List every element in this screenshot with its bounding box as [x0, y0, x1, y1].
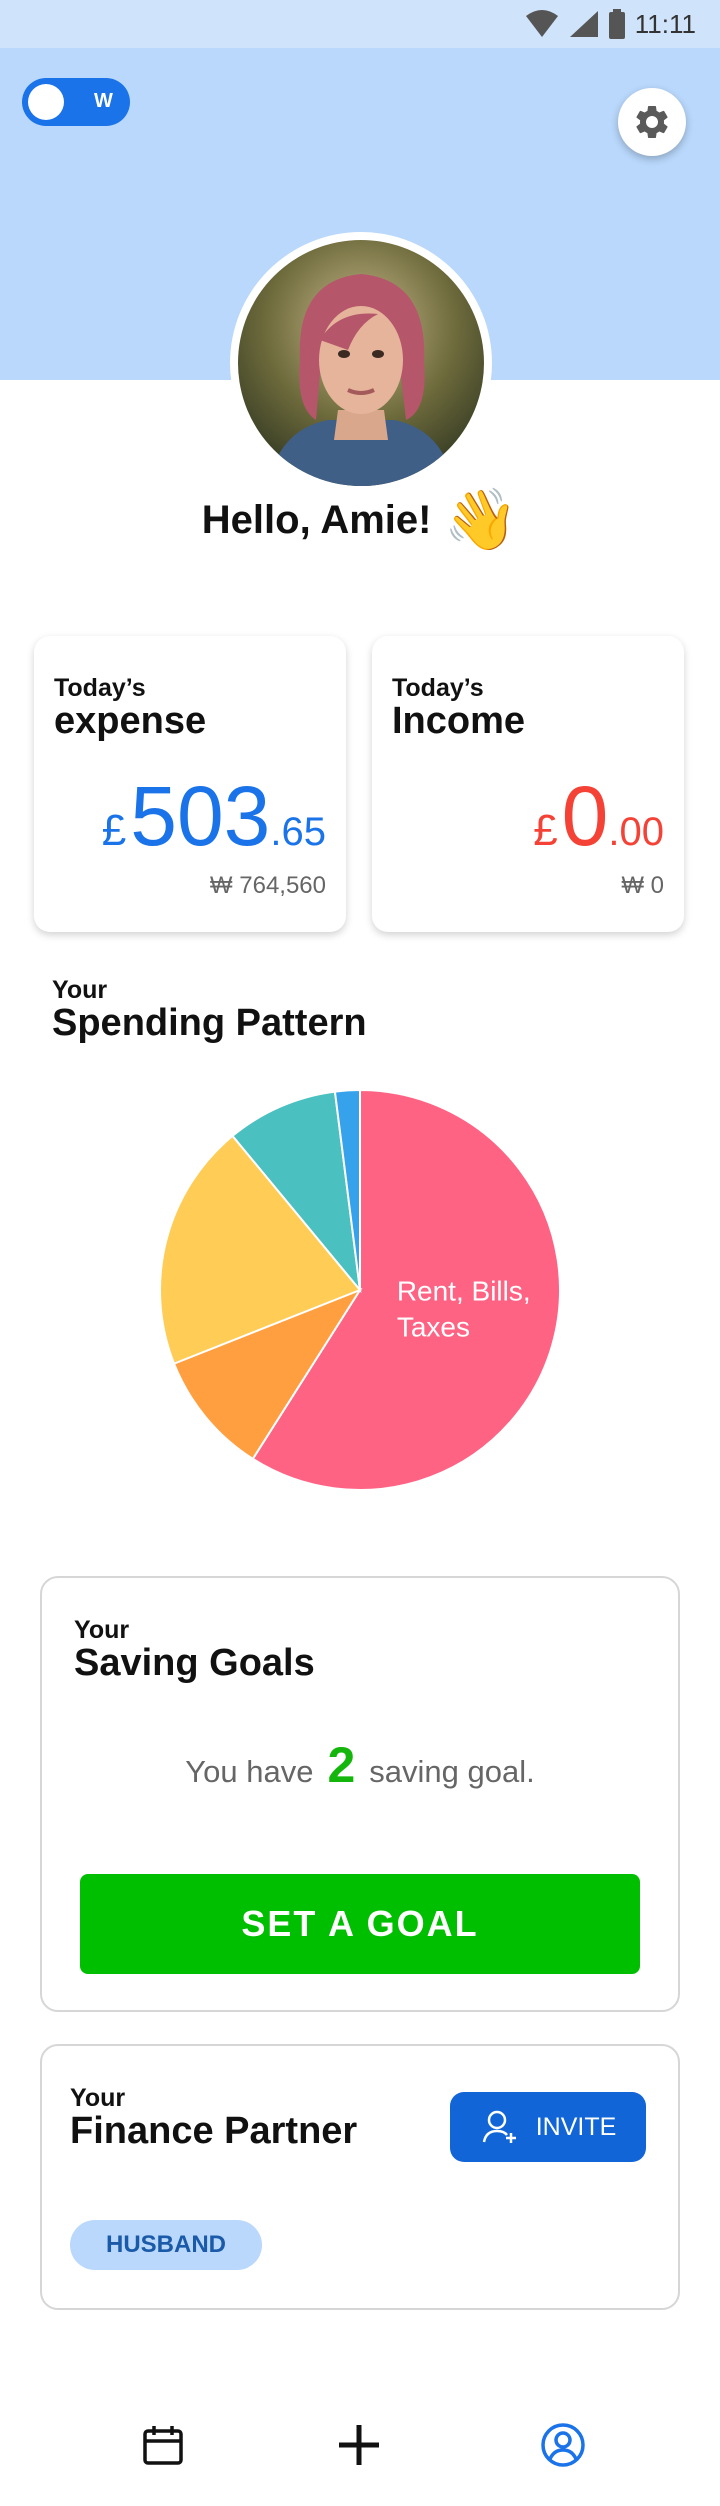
income-label: Income — [392, 700, 526, 742]
income-amount: £ 0 .00 — [533, 774, 664, 858]
finance-partner-title: Finance Partner — [70, 2110, 358, 2152]
finance-partner-card — [40, 2044, 680, 2310]
invite-label: INVITE — [535, 2112, 617, 2141]
expense-converted: ₩ 764,560 — [209, 872, 326, 899]
expense-label-small: Today’s — [54, 674, 146, 702]
gear-icon — [636, 105, 668, 138]
expense-integer: 503 — [130, 769, 271, 863]
goal-suffix: saving goal. — [369, 1754, 535, 1789]
status-bar: 11:11 — [0, 0, 720, 48]
expense-currency: £ — [101, 806, 127, 855]
spending-pie-chart: Rent, Bills, Taxes — [150, 1080, 570, 1500]
greeting-text: Hello, Amie! — [201, 497, 432, 542]
income-card[interactable]: Today’s Income £ 0 .00 ₩ 0 — [372, 636, 684, 932]
greeting: Hello, Amie! 👋 — [0, 490, 720, 550]
avatar-photo — [238, 240, 484, 486]
saving-label-small: Your — [74, 1616, 130, 1644]
expense-amount: £ 503 .65 — [102, 774, 326, 858]
income-label-small: Today’s — [392, 674, 484, 702]
bottom-nav — [0, 2380, 720, 2506]
income-currency: £ — [533, 806, 558, 855]
status-time: 11:11 — [634, 8, 696, 39]
nav-add[interactable] — [324, 2410, 394, 2480]
add-person-icon — [482, 2110, 516, 2143]
wifi-icon — [525, 10, 558, 37]
expense-decimal: .65 — [270, 810, 326, 854]
partner-label-small: Your — [70, 2084, 126, 2112]
nav-profile[interactable] — [528, 2410, 598, 2480]
income-decimal: .00 — [608, 810, 664, 854]
waving-hand-icon: 👋 — [443, 486, 519, 553]
toggle-label: W — [94, 90, 113, 112]
expense-card[interactable]: Today’s expense £ 503 .65 ₩ 764,560 — [34, 636, 346, 932]
invite-button[interactable]: INVITE — [450, 2092, 646, 2162]
spending-title: Spending Pattern — [52, 1002, 367, 1044]
saving-goal-summary: You have 2 saving goal. — [0, 1736, 720, 1794]
status-icons: 11:11 — [525, 8, 696, 40]
signal-icon — [569, 11, 598, 37]
plus-icon — [339, 2425, 379, 2465]
goal-count: 2 — [327, 1737, 356, 1793]
profile-icon — [541, 2423, 585, 2467]
avatar[interactable] — [230, 232, 492, 494]
toggle-knob — [28, 84, 64, 120]
workspace-toggle[interactable]: W — [22, 78, 130, 126]
set-goal-button[interactable]: SET A GOAL — [80, 1874, 640, 1974]
income-converted: ₩ 0 — [621, 872, 664, 899]
spending-label-small: Your — [52, 976, 108, 1004]
saving-goals-title: Saving Goals — [74, 1642, 315, 1684]
goal-prefix: You have — [185, 1754, 314, 1789]
nav-calendar[interactable] — [128, 2410, 198, 2480]
calendar-icon — [143, 2426, 183, 2465]
income-integer: 0 — [561, 769, 609, 863]
battery-icon — [608, 9, 625, 39]
expense-label: expense — [54, 700, 207, 742]
partner-role-chip[interactable]: HUSBAND — [70, 2220, 262, 2270]
settings-button[interactable] — [618, 88, 686, 156]
